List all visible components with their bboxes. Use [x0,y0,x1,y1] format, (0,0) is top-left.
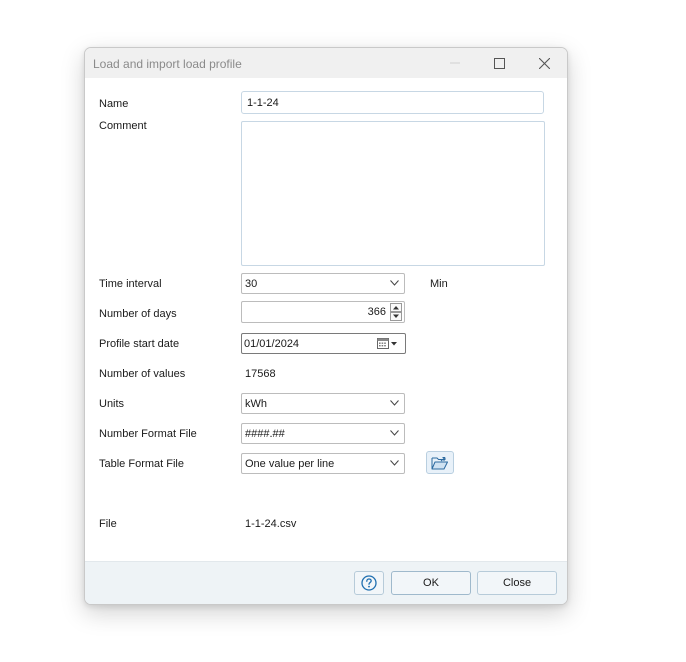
table-format-select[interactable]: One value per line [241,453,405,474]
units-value: kWh [245,398,267,410]
number-format-select[interactable]: ####.## [241,423,405,444]
number-of-days-spinner[interactable]: 366 [241,301,405,323]
chevron-down-icon [390,280,399,286]
number-of-days-label: Number of days [99,308,177,320]
chevron-down-icon [390,400,399,406]
start-date-value: 01/01/2024 [244,338,300,350]
chevron-down-icon [390,430,399,436]
file-label: File [99,518,117,530]
time-interval-label: Time interval [99,278,162,290]
chevron-down-icon [390,460,399,466]
comment-label: Comment [99,120,147,132]
help-button[interactable] [354,571,384,595]
window-title: Load and import load profile [93,57,242,71]
spin-arrows-icon[interactable] [390,303,402,321]
time-interval-value: 30 [245,278,258,290]
time-interval-unit: Min [430,278,448,290]
table-format-value: One value per line [245,458,335,470]
units-select[interactable]: kWh [241,393,405,414]
ok-button[interactable]: OK [391,571,471,595]
minimize-button[interactable] [433,48,477,78]
number-format-value: ####.## [245,428,285,440]
table-format-file-label: Table Format File [99,458,184,470]
units-label: Units [99,398,125,410]
title-bar[interactable]: Load and import load profile [85,48,567,78]
number-format-file-label: Number Format File [99,428,197,440]
help-icon [361,575,377,591]
maximize-button[interactable] [477,48,521,78]
profile-start-date-label: Profile start date [99,338,180,350]
name-label: Name [99,98,129,110]
time-interval-select[interactable]: 30 [241,273,405,294]
name-input[interactable] [241,91,544,114]
close-window-button[interactable] [522,48,566,78]
browse-folder-button[interactable] [426,451,454,474]
start-date-picker[interactable]: 01/01/2024 [241,333,406,354]
close-icon [538,57,550,69]
number-of-values-value: 17568 [245,368,276,380]
dialog-footer: OK Close [85,561,567,604]
minimize-icon [450,62,460,64]
folder-open-icon [431,456,448,469]
maximize-icon [493,57,505,69]
number-of-values-label: Number of values [99,368,186,380]
number-of-days-value: 366 [367,306,386,318]
dialog-window: Load and import load profile Name Commen… [84,47,568,605]
file-value: 1-1-24.csv [245,518,297,530]
comment-textarea[interactable] [241,121,545,266]
close-button[interactable]: Close [477,571,557,595]
calendar-icon[interactable] [377,337,399,350]
